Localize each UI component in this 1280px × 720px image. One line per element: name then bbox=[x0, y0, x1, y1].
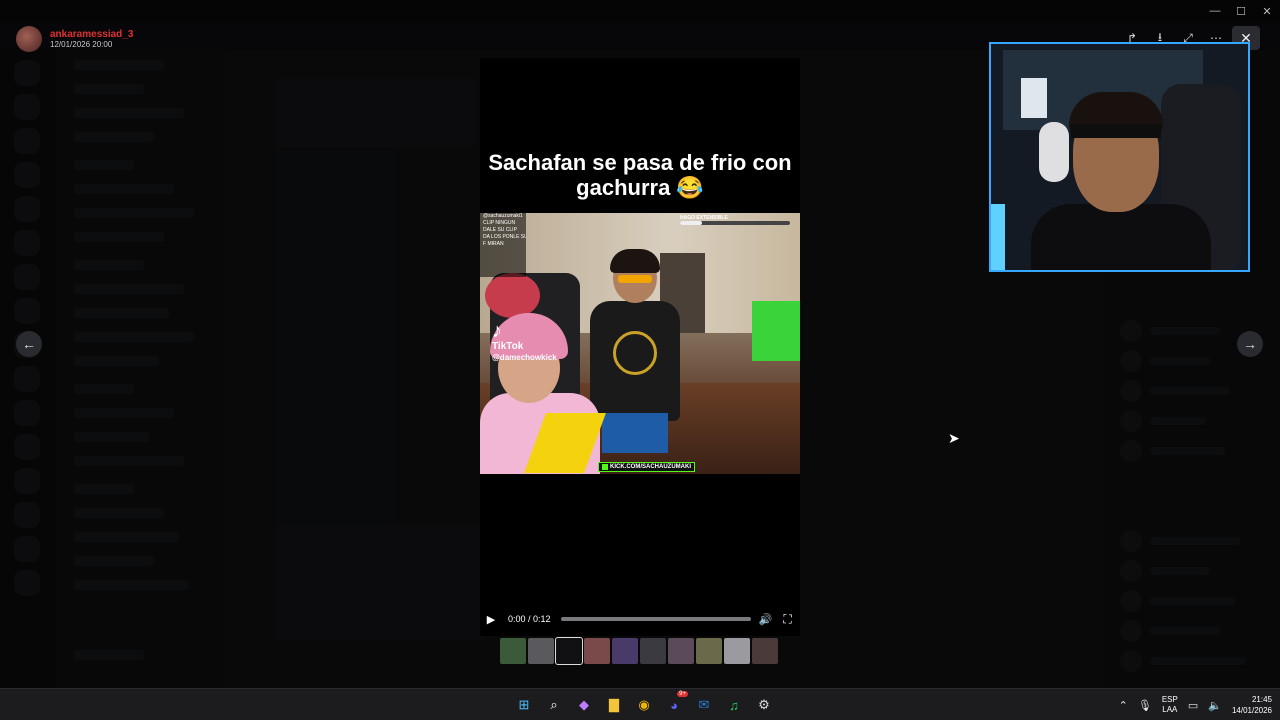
streamer-body bbox=[1031, 204, 1211, 270]
shirt-logo bbox=[613, 331, 657, 375]
overlay-line: CLIP NINGUN bbox=[483, 220, 516, 226]
kick-icon bbox=[602, 464, 608, 470]
media-thumbnail-strip bbox=[500, 637, 778, 665]
taskbar-start-button[interactable]: ⊞ bbox=[512, 693, 536, 717]
taskbar-copilot-button[interactable]: ◆ bbox=[572, 693, 596, 717]
notification-badge: 9+ bbox=[677, 691, 688, 697]
play-icon: ▶ bbox=[486, 613, 496, 626]
screen: — ☐ ✕ ankaramessiad_3 12/01/2026 20:00 ↱… bbox=[0, 0, 1280, 720]
keyboard-layout: LAA bbox=[1162, 705, 1178, 714]
overlay-line: @sachauzumaki1 bbox=[483, 213, 523, 219]
steam-icon: ⚙ bbox=[758, 697, 770, 712]
clock-time: 21:45 bbox=[1251, 695, 1272, 704]
overlay-line: DA LOS PONLE SU bbox=[483, 234, 526, 240]
media-thumbnail[interactable] bbox=[668, 638, 694, 664]
video-caption: Sachafan se pasa de frio con gachurra 😂 bbox=[488, 150, 792, 200]
headset-icon bbox=[1039, 122, 1069, 182]
tiktok-watermark: ♪ TikTok @damechowkick bbox=[492, 321, 557, 363]
kick-tag: KICK.COM/SACHAUZUMAKI bbox=[598, 462, 695, 472]
streamer-headband bbox=[1071, 124, 1161, 138]
discord-icon: ◕ bbox=[670, 697, 678, 713]
taskbar-spotify-button[interactable]: ♫ bbox=[722, 693, 746, 717]
uploader-name[interactable]: ankaramessiad_3 bbox=[50, 29, 133, 40]
video-controls: ▶ 0:00 / 0:12 🔊 ⛶ bbox=[480, 608, 800, 630]
next-media-button[interactable]: → bbox=[1237, 331, 1263, 357]
video-player[interactable]: Sachafan se pasa de frio con gachurra 😂 bbox=[480, 58, 800, 636]
arrow-left-icon: ← bbox=[22, 336, 36, 352]
scene-green-object bbox=[752, 301, 800, 361]
video-frame-image: @sachauzumaki1 CLIP NINGUN DALE SU CLIP … bbox=[480, 213, 800, 474]
sunglasses bbox=[618, 275, 652, 283]
person-shorts bbox=[602, 413, 668, 453]
play-button[interactable]: ▶ bbox=[480, 608, 502, 630]
taskbar: ⊞ ⌕ ◆ ▇ ◉ ◕ 9+ ✉ ♫ ⚙ ⌃ 🎙 ESP LAA ▭ 🔈 21:45 14/01/… bbox=[0, 688, 1280, 720]
previous-media-button[interactable]: ← bbox=[16, 331, 42, 357]
scene-mask bbox=[485, 273, 540, 318]
stream-goal-fill bbox=[680, 221, 702, 225]
media-thumbnail[interactable] bbox=[555, 637, 583, 665]
person-hair bbox=[610, 249, 660, 273]
clock-date: 14/01/2026 bbox=[1231, 706, 1272, 715]
arrow-right-icon: → bbox=[1243, 336, 1257, 352]
minimize-button[interactable]: — bbox=[1202, 0, 1228, 22]
language-indicator[interactable]: ESP LAA bbox=[1162, 695, 1178, 715]
media-thumbnail[interactable] bbox=[500, 638, 526, 664]
spotify-icon: ♫ bbox=[729, 697, 739, 713]
media-thumbnail[interactable] bbox=[528, 638, 554, 664]
taskbar-chrome-button[interactable]: ◉ bbox=[632, 693, 656, 717]
window-controls: — ☐ ✕ bbox=[1202, 0, 1280, 22]
seek-bar[interactable] bbox=[560, 617, 751, 621]
outlook-icon: ✉ bbox=[698, 697, 710, 712]
stream-overlay-panel: @sachauzumaki1 CLIP NINGUN DALE SU CLIP … bbox=[480, 213, 526, 277]
media-thumbnail[interactable] bbox=[696, 638, 722, 664]
video-time: 0:00 / 0:12 bbox=[508, 614, 551, 624]
kick-label: KICK.COM/SACHAUZUMAKI bbox=[610, 464, 691, 470]
media-thumbnail[interactable] bbox=[752, 638, 778, 664]
fullscreen-icon: ⛶ bbox=[783, 611, 792, 626]
explorer-icon: ▇ bbox=[609, 697, 619, 712]
tiktok-label: TikTok bbox=[492, 341, 524, 352]
tiktok-icon: ♪ bbox=[492, 320, 502, 342]
copilot-icon: ◆ bbox=[579, 697, 589, 712]
mouse-cursor-icon: ➤ bbox=[948, 430, 960, 446]
start-icon: ⊞ bbox=[518, 697, 530, 712]
search-icon: ⌕ bbox=[550, 697, 558, 712]
media-thumbnail[interactable] bbox=[612, 638, 638, 664]
window-close-button[interactable]: ✕ bbox=[1254, 0, 1280, 22]
upload-date: 12/01/2026 20:00 bbox=[50, 39, 113, 49]
network-icon[interactable]: ▭ bbox=[1188, 699, 1198, 712]
webcam-overlay bbox=[989, 42, 1250, 272]
overlay-line: F MIRAN bbox=[483, 241, 504, 247]
taskbar-search-button[interactable]: ⌕ bbox=[542, 693, 566, 717]
stream-goal-track bbox=[680, 221, 790, 225]
clock[interactable]: 21:45 14/01/2026 bbox=[1232, 694, 1272, 716]
media-thumbnail[interactable] bbox=[584, 638, 610, 664]
media-thumbnail[interactable] bbox=[640, 638, 666, 664]
uploader-info: ankaramessiad_3 12/01/2026 20:00 bbox=[16, 26, 133, 52]
media-thumbnail[interactable] bbox=[724, 638, 750, 664]
chevron-up-icon[interactable]: ⌃ bbox=[1119, 699, 1128, 712]
chrome-icon: ◉ bbox=[638, 697, 650, 712]
language-code: ESP bbox=[1161, 695, 1178, 704]
taskbar-discord-button[interactable]: ◕ 9+ bbox=[662, 691, 688, 717]
taskbar-explorer-button[interactable]: ▇ bbox=[602, 693, 626, 717]
taskbar-steam-button[interactable]: ⚙ bbox=[752, 693, 776, 717]
webcam-light bbox=[991, 204, 1005, 270]
system-tray: ⌃ 🎙 ESP LAA ▭ 🔈 21:45 14/01/2026 bbox=[1119, 689, 1272, 720]
tiktok-handle: @damechowkick bbox=[492, 353, 557, 362]
avatar[interactable] bbox=[16, 26, 42, 52]
maximize-button[interactable]: ☐ bbox=[1228, 0, 1254, 22]
microphone-icon[interactable]: 🎙 bbox=[1138, 699, 1152, 712]
volume-icon[interactable]: 🔈 bbox=[1208, 699, 1222, 712]
stream-goal-bar: HAGO EXTENSIBLE bbox=[680, 215, 800, 227]
volume-icon: 🔊 bbox=[758, 613, 773, 626]
fullscreen-button[interactable]: ⛶ bbox=[777, 608, 799, 630]
webcam-poster bbox=[1021, 78, 1047, 118]
overlay-line: DALE SU CLIP bbox=[483, 227, 517, 233]
taskbar-apps: ⊞ ⌕ ◆ ▇ ◉ ◕ 9+ ✉ ♫ ⚙ bbox=[512, 691, 776, 717]
volume-button[interactable]: 🔊 bbox=[755, 608, 777, 630]
taskbar-outlook-button[interactable]: ✉ bbox=[692, 693, 716, 717]
